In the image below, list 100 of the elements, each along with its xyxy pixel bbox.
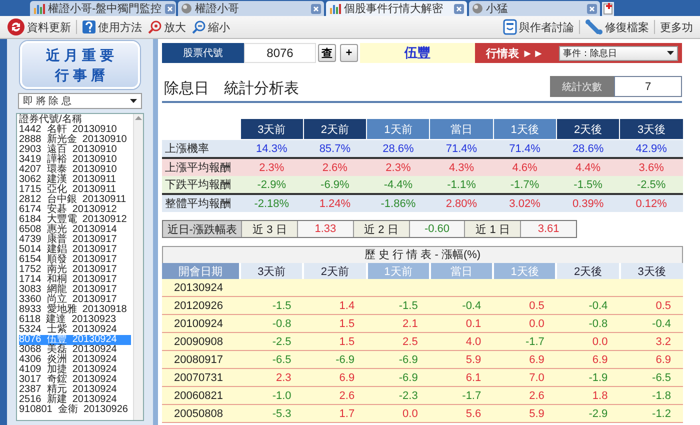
- table-cell: 1.5: [303, 314, 367, 332]
- list-item[interactable]: 2387 精元 20130924: [19, 385, 131, 395]
- toolbar-button[interactable]: 更多功: [657, 20, 696, 34]
- list-item[interactable]: 2903 遠百 20130910: [19, 145, 131, 155]
- column-header: 1天後: [493, 263, 556, 279]
- list-item[interactable]: 1752 南光 20130917: [19, 265, 131, 275]
- search-button[interactable]: 查: [318, 44, 336, 62]
- table-cell: -0.8: [240, 314, 304, 332]
- refresh-button[interactable]: 資料更新: [4, 18, 74, 36]
- toolbar-button[interactable]: 與作者討論: [500, 19, 577, 35]
- date-cell: 20080917: [162, 350, 240, 368]
- list-item[interactable]: 4306 炎洲 20130924: [19, 355, 131, 365]
- list-item[interactable]: 4109 加捷 20130924: [19, 365, 131, 375]
- table-cell: -6.9: [366, 350, 430, 368]
- list-item[interactable]: 6118 建達 20130923: [19, 315, 131, 325]
- table-cell: -1.5%: [556, 176, 620, 194]
- column-header: 3天後: [620, 119, 683, 140]
- list-item[interactable]: 3062 建漢 20130911: [19, 175, 131, 185]
- table-cell: -1.1%: [430, 176, 494, 194]
- toolbar-button[interactable]: 縮小: [189, 20, 233, 34]
- column-header: 2天前: [303, 263, 367, 279]
- table-cell: 3.2: [620, 332, 683, 350]
- list-item[interactable]: 1714 和桐 20130917: [19, 275, 131, 285]
- table-cell: 0.0: [493, 314, 556, 332]
- list-item[interactable]: 3083 網龍 20130917: [19, 285, 131, 295]
- stock-code-field[interactable]: 8076: [244, 43, 316, 63]
- date-cell: 20070731: [162, 368, 240, 386]
- list-item[interactable]: 3360 尚立 20130917: [19, 295, 131, 305]
- table-cell: 5.9: [430, 350, 494, 368]
- list-item[interactable]: 2812 台中銀 20130911: [19, 195, 131, 205]
- close-icon: [311, 4, 321, 14]
- table-cell: 28.6%: [556, 140, 620, 158]
- column-header: 3天前: [240, 119, 304, 140]
- list-item[interactable]: 1442 名軒 20130910: [19, 125, 131, 135]
- scroll-up-icon: [135, 116, 142, 120]
- event-dropdown[interactable]: 事件：除息日: [559, 46, 678, 60]
- list-item[interactable]: 3419 譁裕 20130910: [19, 155, 131, 165]
- table-cell: 3.6%: [620, 158, 683, 176]
- dropdown-arrow-icon: [667, 51, 674, 55]
- period-label: 近 2 日: [352, 221, 409, 237]
- list-item[interactable]: 5324 士紫 20130924: [19, 325, 131, 335]
- toolbar-button[interactable]: 放大: [145, 20, 189, 34]
- table-cell: 4.4%: [556, 158, 620, 176]
- row-label: 下跌平均報酬: [162, 176, 240, 194]
- period-label: 近 1 日: [464, 221, 520, 237]
- table-cell: 0.39%: [556, 194, 620, 212]
- list-item[interactable]: 2888 新光金 20130910: [19, 135, 131, 145]
- list-item[interactable]: 6508 惠光 20130914: [19, 225, 131, 235]
- quote-link[interactable]: 行情表 ►►: [475, 43, 555, 63]
- toolbar-button[interactable]: 修復檔案: [582, 19, 652, 35]
- count-label: 統計次數: [550, 76, 614, 97]
- add-button[interactable]: +: [340, 44, 358, 62]
- tab[interactable]: 小猛: [469, 1, 600, 16]
- table-cell: 2.3%: [240, 158, 304, 176]
- close-icon: [454, 4, 464, 14]
- table-cell: -0.8: [556, 314, 620, 332]
- filter-dropdown[interactable]: 即 將 除 息: [18, 93, 142, 109]
- list-item[interactable]: 1715 亞化 20130911: [19, 185, 131, 195]
- chat-icon: [503, 19, 517, 35]
- table-cell: -1.2: [620, 404, 683, 422]
- wrench-icon: [585, 19, 603, 35]
- count-value: 7: [614, 76, 682, 97]
- tab[interactable]: 個股事件行情大解密: [326, 1, 467, 16]
- list-item[interactable]: 3068 美磊 20130924: [19, 345, 131, 355]
- list-item[interactable]: 4207 環泰 20130910: [19, 165, 131, 175]
- toolbar-button[interactable]: 使用方法: [79, 20, 145, 34]
- list-item[interactable]: 6184 大豐電 20130912: [19, 215, 131, 225]
- list-item[interactable]: 2516 新建 20130924: [19, 395, 131, 405]
- table-cell: -1.7%: [493, 176, 556, 194]
- tab[interactable]: 權證小哥: [178, 1, 324, 16]
- table-cell: 71.4%: [493, 140, 556, 158]
- table-cell: 2.6%: [303, 158, 367, 176]
- table-cell: 6.9: [556, 350, 620, 368]
- tab[interactable]: 權證小哥-盤中獨門監控: [30, 1, 176, 16]
- globe-icon: [181, 3, 192, 14]
- period-value: 3.61: [520, 221, 576, 237]
- table-cell: -6.5: [620, 368, 683, 386]
- list-item[interactable]: 6174 安碁 20130912: [19, 205, 131, 215]
- table-cell: -1.8: [620, 386, 683, 404]
- table-cell: 0.5: [620, 296, 683, 314]
- title-text: 近 月 重 要: [46, 46, 114, 65]
- table-cell: 28.6%: [366, 140, 430, 158]
- column-header: 2天後: [556, 119, 620, 140]
- list-item[interactable]: 5014 建錩 20130917: [19, 245, 131, 255]
- column-header: 當日: [430, 119, 494, 140]
- table-cell: 1.4: [303, 296, 367, 314]
- column-header: 3天前: [240, 263, 304, 279]
- help-icon: [82, 20, 96, 34]
- dropdown-arrow-icon: [130, 99, 137, 103]
- list-item[interactable]: 4739 康普 20130917: [19, 235, 131, 245]
- list-item[interactable]: 6154 順發 20130917: [19, 255, 131, 265]
- table-cell: -4.4%: [366, 176, 430, 194]
- table-cell: 4.0: [430, 332, 494, 350]
- table-cell: 2.3%: [366, 158, 430, 176]
- list-item[interactable]: 910801 金衛 20130926: [19, 405, 131, 415]
- table-cell: -1.7: [493, 332, 556, 350]
- list-item[interactable]: 3017 奇鋐 20130924: [19, 375, 131, 385]
- list-item[interactable]: 8933 愛地雅 20130918: [19, 305, 131, 315]
- date-cell: 20060821: [162, 386, 240, 404]
- table-cell: 2.5: [366, 332, 430, 350]
